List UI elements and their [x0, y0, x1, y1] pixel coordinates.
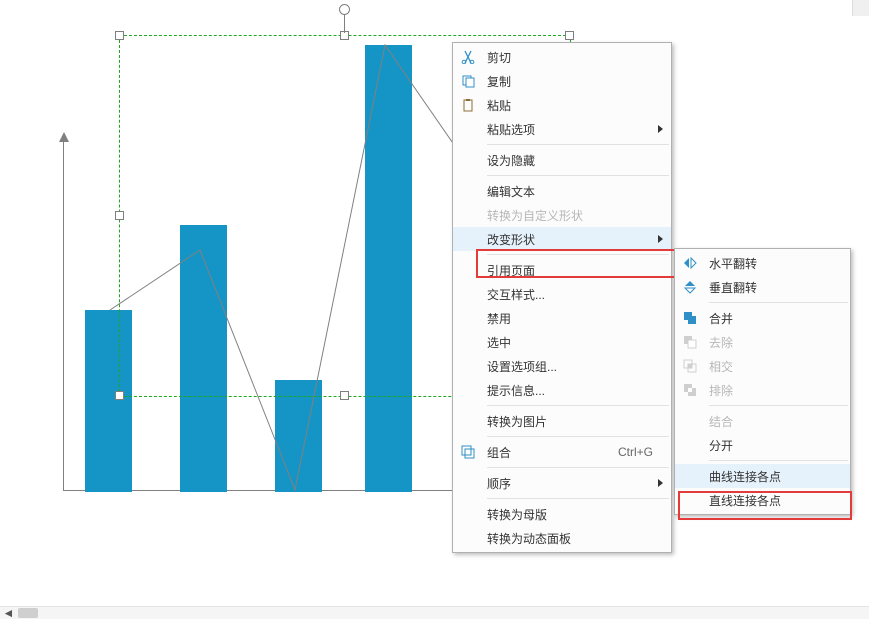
- copy-icon: [459, 72, 477, 90]
- menu-label: 水平翻转: [709, 255, 757, 272]
- submenu-split[interactable]: 分开: [675, 433, 850, 457]
- menu-order[interactable]: 顺序: [453, 471, 671, 495]
- separator: [487, 144, 669, 145]
- menu-label: 合并: [709, 310, 733, 327]
- handle-s[interactable]: [340, 391, 349, 400]
- menu-to-image[interactable]: 转换为图片: [453, 409, 671, 433]
- menu-label: 转换为图片: [487, 413, 547, 430]
- menu-to-dynamic-panel[interactable]: 转换为动态面板: [453, 526, 671, 550]
- submenu-arrow-icon: [658, 235, 663, 243]
- submenu-flip-vertical[interactable]: 垂直翻转: [675, 275, 850, 299]
- menu-paste[interactable]: 粘贴: [453, 93, 671, 117]
- menu-label: 转换为自定义形状: [487, 207, 583, 224]
- menu-paste-options[interactable]: 粘贴选项: [453, 117, 671, 141]
- menu-label: 交互样式...: [487, 286, 545, 303]
- menu-label: 复制: [487, 73, 511, 90]
- submenu-curve-connect[interactable]: 曲线连接各点: [675, 464, 850, 488]
- group-icon: [459, 443, 477, 461]
- menu-change-shape[interactable]: 改变形状: [453, 227, 671, 251]
- menu-label: 相交: [709, 358, 733, 375]
- menu-edit-text[interactable]: 编辑文本: [453, 179, 671, 203]
- scroll-thumb[interactable]: [18, 608, 38, 618]
- separator: [709, 405, 848, 406]
- menu-label: 设为隐藏: [487, 152, 535, 169]
- separator: [487, 436, 669, 437]
- menu-copy[interactable]: 复制: [453, 69, 671, 93]
- submenu-flip-horizontal[interactable]: 水平翻转: [675, 251, 850, 275]
- menu-label: 粘贴: [487, 97, 511, 114]
- cut-icon: [459, 48, 477, 66]
- menu-label: 提示信息...: [487, 382, 545, 399]
- menu-group[interactable]: 组合 Ctrl+G: [453, 440, 671, 464]
- menu-label: 转换为母版: [487, 506, 547, 523]
- menu-label: 剪切: [487, 49, 511, 66]
- menu-label: 组合: [487, 444, 511, 461]
- subtract-icon: [681, 333, 699, 351]
- scroll-left-icon[interactable]: ◄: [0, 607, 17, 619]
- rotate-stem: [344, 13, 345, 33]
- submenu-combine: 结合: [675, 409, 850, 433]
- menu-label: 分开: [709, 437, 733, 454]
- context-menu[interactable]: 剪切 复制 粘贴 粘贴选项 设为隐藏 编辑文本 转换为自定义形状 改变形状 引用…: [452, 42, 672, 553]
- menu-label: 垂直翻转: [709, 279, 757, 296]
- vertical-scroll-up[interactable]: [852, 0, 869, 16]
- handle-ne[interactable]: [565, 31, 574, 40]
- rotate-handle[interactable]: [339, 4, 350, 15]
- highlight-curve-connect: [678, 491, 852, 520]
- submenu-change-shape[interactable]: 水平翻转 垂直翻转 合并 去除 相交 排除 结合 分开 曲线连接各点 直线连接各…: [674, 248, 851, 515]
- submenu-subtract: 去除: [675, 330, 850, 354]
- menu-label: 曲线连接各点: [709, 468, 781, 485]
- menu-label: 改变形状: [487, 231, 535, 248]
- handle-sw[interactable]: [115, 391, 124, 400]
- menu-label: 编辑文本: [487, 183, 535, 200]
- submenu-intersect: 相交: [675, 354, 850, 378]
- menu-label: 去除: [709, 334, 733, 351]
- menu-label: 引用页面: [487, 262, 535, 279]
- separator: [487, 254, 669, 255]
- menu-label: 粘贴选项: [487, 121, 535, 138]
- menu-reference-page[interactable]: 引用页面: [453, 258, 671, 282]
- separator: [487, 405, 669, 406]
- menu-label: 排除: [709, 382, 733, 399]
- menu-to-custom-shape: 转换为自定义形状: [453, 203, 671, 227]
- menu-to-master[interactable]: 转换为母版: [453, 502, 671, 526]
- horizontal-scrollbar[interactable]: ◄: [0, 606, 869, 619]
- separator: [487, 467, 669, 468]
- shortcut-label: Ctrl+G: [618, 445, 653, 459]
- menu-label: 顺序: [487, 475, 511, 492]
- separator: [487, 498, 669, 499]
- y-axis: [63, 140, 64, 490]
- menu-label: 设置选项组...: [487, 358, 557, 375]
- merge-icon: [681, 309, 699, 327]
- separator: [487, 175, 669, 176]
- menu-tooltip[interactable]: 提示信息...: [453, 378, 671, 402]
- submenu-arrow-icon: [658, 125, 663, 133]
- editor-canvas[interactable]: 剪切 复制 粘贴 粘贴选项 设为隐藏 编辑文本 转换为自定义形状 改变形状 引用…: [0, 0, 869, 619]
- submenu-merge[interactable]: 合并: [675, 306, 850, 330]
- menu-disable[interactable]: 禁用: [453, 306, 671, 330]
- menu-label: 选中: [487, 334, 511, 351]
- menu-set-hidden[interactable]: 设为隐藏: [453, 148, 671, 172]
- exclude-icon: [681, 381, 699, 399]
- paste-icon: [459, 96, 477, 114]
- menu-interaction-styles[interactable]: 交互样式...: [453, 282, 671, 306]
- separator: [709, 460, 848, 461]
- intersect-icon: [681, 357, 699, 375]
- separator: [709, 302, 848, 303]
- flip-v-icon: [681, 278, 699, 296]
- menu-label: 禁用: [487, 310, 511, 327]
- flip-h-icon: [681, 254, 699, 272]
- menu-label: 结合: [709, 413, 733, 430]
- menu-label: 转换为动态面板: [487, 530, 571, 547]
- menu-set-option-group[interactable]: 设置选项组...: [453, 354, 671, 378]
- menu-select[interactable]: 选中: [453, 330, 671, 354]
- submenu-exclude: 排除: [675, 378, 850, 402]
- handle-nw[interactable]: [115, 31, 124, 40]
- menu-cut[interactable]: 剪切: [453, 45, 671, 69]
- submenu-arrow-icon: [658, 479, 663, 487]
- handle-w[interactable]: [115, 211, 124, 220]
